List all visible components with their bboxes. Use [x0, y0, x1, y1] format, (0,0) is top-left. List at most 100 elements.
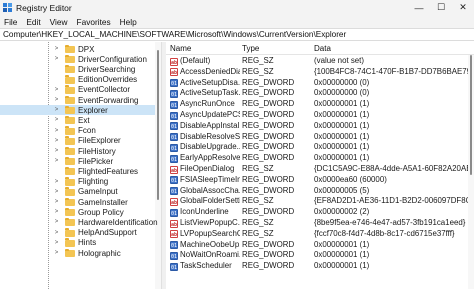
menu-edit[interactable]: Edit — [26, 17, 40, 27]
expand-chevron-icon[interactable]: > — [53, 128, 60, 134]
tree-item[interactable]: > Group Policy — [0, 207, 155, 217]
value-name: AsyncRunOnce — [180, 99, 235, 109]
tree-item[interactable]: FlightedFeatures — [0, 166, 155, 176]
expand-chevron-icon[interactable]: > — [53, 107, 60, 113]
values-scrollbar[interactable] — [468, 55, 474, 289]
expand-chevron-icon[interactable]: > — [53, 117, 60, 123]
expand-chevron-icon[interactable]: > — [53, 158, 60, 164]
value-name: IconUnderline — [180, 207, 229, 217]
tree-item-label: Flighting — [78, 177, 109, 187]
value-row[interactable]: 01AsyncUpdatePCS...REG_DWORD 0x00000001 (… — [166, 110, 468, 121]
value-type: REG_SZ — [242, 66, 274, 76]
value-row[interactable]: abAccessDeniedDia...REG_SZ {100B4FC8-74C1… — [166, 67, 468, 78]
expand-chevron-icon[interactable]: > — [53, 87, 60, 93]
binary-value-icon: 01 — [170, 100, 178, 109]
tree-item-label: Group Policy — [78, 207, 124, 217]
value-row[interactable]: 01 NoWaitOnRoami... REG_DWORD 0x00000001 (1… — [166, 250, 468, 261]
menu-view[interactable]: View — [50, 17, 68, 27]
value-type: REG_DWORD — [242, 120, 295, 130]
tree-item[interactable]: > HelpAndSupport — [0, 228, 155, 238]
tree-item[interactable]: > DriverConfiguration — [0, 54, 155, 64]
title-bar[interactable]: Registry Editor — ☐ ✕ — [0, 0, 474, 15]
tree-item[interactable]: > Hints — [0, 238, 155, 248]
tree-item[interactable]: EditionOverrides — [0, 75, 155, 85]
value-row[interactable]: 01 ActiveSetupDisa... REG_DWORD 0x00000000 … — [166, 78, 468, 89]
expand-chevron-icon[interactable]: > — [53, 240, 60, 246]
folder-icon — [65, 115, 75, 125]
tree-item-label: EditionOverrides — [78, 75, 138, 85]
value-row[interactable]: 01 GlobalAssocCha... REG_DWORD 0x00000005 (… — [166, 186, 468, 197]
expand-chevron-icon[interactable]: > — [53, 46, 60, 52]
expand-chevron-icon[interactable]: > — [53, 219, 60, 225]
expand-chevron-icon[interactable]: > — [53, 97, 60, 103]
column-header-type[interactable]: Type — [242, 44, 259, 53]
folder-icon — [65, 177, 75, 186]
value-row[interactable]: ab ListViewPopupC... REG_SZ {8be9f5ea-e746-… — [166, 218, 468, 229]
value-row[interactable]: 01 DisableAppInstal... REG_DWORD 0x00000001… — [166, 121, 468, 132]
value-row[interactable]: 01 IconUnderline REG_DWORD 0x00000002 (2) — [166, 207, 468, 218]
tree-item[interactable]: > FileHistory — [0, 146, 155, 156]
column-header-data[interactable]: Data — [314, 44, 331, 53]
values-scrollbar-thumb[interactable] — [470, 55, 472, 175]
menu-file[interactable]: File — [4, 17, 17, 27]
folder-icon — [65, 136, 75, 145]
value-data: {EF8AD2D1-AE36-11D1-B2D2-006097DF8C11} — [314, 196, 468, 206]
tree-item[interactable]: > EventCollector — [0, 85, 155, 95]
tree-item[interactable]: > GameInput — [0, 187, 155, 197]
tree-item[interactable]: > GameInstaller — [0, 197, 155, 207]
tree-item[interactable]: > Fcon — [0, 126, 155, 136]
tree-scrollbar-thumb[interactable] — [157, 50, 159, 200]
tree-item[interactable]: > Explorer — [0, 105, 155, 116]
expand-chevron-icon[interactable]: > — [53, 250, 60, 256]
string-value-icon: ab — [170, 57, 178, 66]
expand-chevron-icon[interactable]: > — [53, 189, 60, 195]
value-data: 0x00000001 (1) — [314, 142, 370, 152]
tree-item[interactable]: > Ext — [0, 115, 155, 125]
value-row[interactable]: 01FSIASleepTimeIn...REG_DWORD 0x0000ea60 … — [166, 175, 468, 186]
key-tree-pane[interactable]: > DPX > DriverConfiguration DriverSearching E… — [0, 42, 161, 289]
value-row[interactable]: abLVPopupSearchC...REG_SZ {fccf70c8-f4d7-… — [166, 229, 468, 240]
value-row[interactable]: ab FileOpenDialog REG_SZ {DC1C5A9C-E88A-4dd… — [166, 164, 468, 175]
value-row[interactable]: 01 MachineOobeUp... REG_DWORD 0x00000001 (1… — [166, 240, 468, 251]
tree-item[interactable]: > Flighting — [0, 177, 155, 187]
value-row[interactable]: 01 EarlyAppResolver REG_DWORD 0x00000001 (1… — [166, 153, 468, 164]
tree-item[interactable]: DriverSearching — [0, 64, 155, 74]
column-header-name[interactable]: Name — [170, 44, 191, 53]
tree-item-label: GameInstaller — [78, 197, 128, 207]
tree-item[interactable]: > FileExplorer — [0, 136, 155, 146]
binary-value-icon: 01 — [170, 122, 178, 131]
binary-value-icon: 01 — [170, 143, 178, 152]
value-data: {100B4FC8-74C1-470F-B1B7-DD7B6BAE79BD} — [314, 66, 468, 76]
expand-chevron-icon[interactable]: > — [53, 209, 60, 215]
tree-item-label: FlightedFeatures — [78, 166, 139, 176]
value-row[interactable]: 01 AsyncRunOnce REG_DWORD 0x00000001 (1) — [166, 99, 468, 110]
values-pane[interactable]: Name Type Data ab (Default) REG_SZ (value n… — [166, 42, 474, 289]
tree-item[interactable]: > FilePicker — [0, 156, 155, 166]
binary-value-icon: 01 — [170, 89, 178, 98]
expand-chevron-icon[interactable]: > — [53, 56, 60, 62]
expand-chevron-icon[interactable]: > — [53, 199, 60, 205]
expand-chevron-icon[interactable]: > — [53, 148, 60, 154]
value-row[interactable]: 01DisableResolveSt...REG_DWORD 0x00000001… — [166, 132, 468, 143]
value-row[interactable]: 01 DisableUpgrade... REG_DWORD 0x00000001 (… — [166, 142, 468, 153]
value-name: EarlyAppResolver — [180, 153, 240, 163]
maximize-button[interactable]: ☐ — [430, 0, 452, 15]
expand-chevron-icon[interactable]: > — [53, 230, 60, 236]
tree-item[interactable]: > Holographic — [0, 248, 155, 258]
minimize-button[interactable]: — — [408, 0, 430, 15]
address-bar[interactable]: Computer\HKEY_LOCAL_MACHINE\SOFTWARE\Mic… — [0, 28, 474, 41]
expand-chevron-icon[interactable]: > — [53, 138, 60, 144]
minimize-icon: — — [414, 2, 424, 13]
value-row[interactable]: ab (Default) REG_SZ (value not set) — [166, 56, 468, 67]
close-button[interactable]: ✕ — [452, 0, 474, 15]
menu-favorites[interactable]: Favorites — [77, 17, 111, 27]
tree-item[interactable]: > HardwareIdentification — [0, 217, 158, 227]
tree-item[interactable]: > DPX — [0, 44, 155, 54]
tree-item[interactable]: > EventForwarding — [0, 95, 155, 105]
value-name: MachineOobeUp... — [180, 239, 240, 249]
expand-chevron-icon[interactable]: > — [53, 179, 60, 185]
value-row[interactable]: 01 TaskScheduler REG_DWORD 0x00000001 (1) — [166, 261, 468, 272]
value-row[interactable]: abGlobalFolderSetti...REG_SZ {EF8AD2D1-AE… — [166, 196, 468, 207]
value-row[interactable]: 01 ActiveSetupTask... REG_DWORD 0x00000000 … — [166, 88, 468, 99]
menu-help[interactable]: Help — [120, 17, 137, 27]
